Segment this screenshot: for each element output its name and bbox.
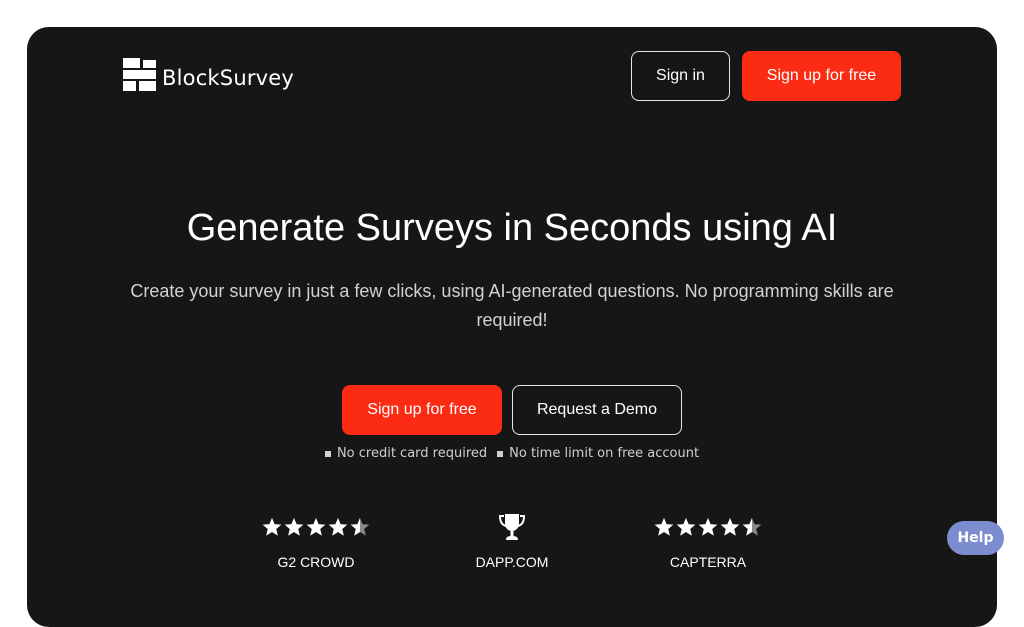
star-rating — [236, 512, 396, 542]
star-full-icon — [698, 518, 718, 536]
sign-in-button[interactable]: Sign in — [631, 51, 730, 101]
star-full-icon — [262, 518, 282, 536]
star-full-icon — [306, 518, 326, 536]
help-button[interactable]: Help — [947, 521, 1004, 555]
star-half-icon — [742, 518, 762, 536]
star-full-icon — [284, 518, 304, 536]
logo[interactable]: BlockSurvey — [123, 58, 294, 91]
square-bullet-icon — [497, 450, 504, 457]
star-full-icon — [676, 518, 696, 536]
note-text: No time limit on free account — [509, 446, 700, 461]
hero-sign-up-button[interactable]: Sign up for free — [342, 385, 502, 435]
header-sign-up-button[interactable]: Sign up for free — [742, 51, 901, 101]
star-half-icon — [350, 518, 370, 536]
star-full-icon — [654, 518, 674, 536]
note-text: No credit card required — [336, 446, 488, 461]
square-bullet-icon — [324, 450, 331, 457]
star-full-icon — [720, 518, 740, 536]
blocksurvey-logo-icon — [123, 58, 156, 91]
hero-title: Generate Surveys in Seconds using AI — [186, 207, 838, 249]
star-full-icon — [328, 518, 348, 536]
award-label: CAPTERRA — [669, 554, 747, 570]
award-capterra[interactable]: CAPTERRA — [628, 512, 788, 570]
note-item: No time limit on free account — [497, 446, 699, 461]
hero-subtitle: Create your survey in just a few clicks,… — [130, 281, 894, 330]
request-demo-button[interactable]: Request a Demo — [512, 385, 682, 435]
award-g2-crowd[interactable]: G2 CROWD — [236, 512, 396, 570]
signup-notes: No credit card required No time limit on… — [0, 446, 1024, 461]
logo-text: BlockSurvey — [162, 65, 295, 90]
trophy-icon — [432, 512, 592, 542]
star-rating — [628, 512, 788, 542]
award-label: DAPP.COM — [475, 554, 549, 570]
note-item: No credit card required — [324, 446, 488, 461]
award-dapp-com[interactable]: DAPP.COM — [432, 512, 592, 570]
award-label: G2 CROWD — [277, 554, 355, 570]
